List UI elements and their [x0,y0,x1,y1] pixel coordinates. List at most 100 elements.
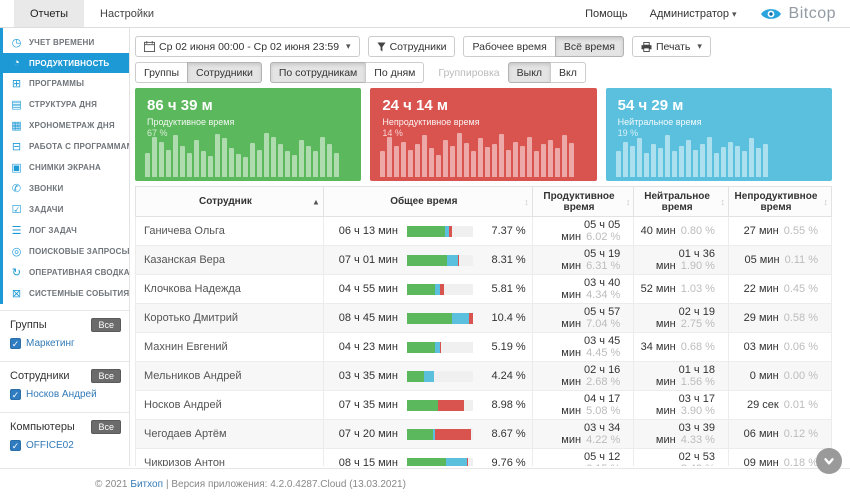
sidebar-item[interactable]: ⊟Работа с программами [3,136,129,157]
neutral-cell: 52 мин 1.03 % [634,275,729,304]
user-menu[interactable]: Администратор▾ [650,8,737,20]
sidebar-item[interactable]: ◷Учет времени [3,32,129,53]
all-time-button[interactable]: Всё время [555,36,624,57]
sidebar-item[interactable]: ☑Задачи [3,199,129,220]
sparkline-bar [278,144,283,177]
sparkline-bar [555,148,560,177]
sidebar-item[interactable]: ◔Продуктивность [0,53,129,73]
checkbox-checked-icon[interactable]: ✓ [10,440,21,451]
column-header[interactable]: Продуктивное время↕ [532,187,634,217]
work-time-button[interactable]: Рабочее время [463,36,555,57]
sparkline-bar [735,146,740,177]
unproductive-cell: 22 мин0.45 % [728,275,831,304]
scroll-down-button[interactable] [816,448,842,474]
productive-percent: 6.15 % [586,463,620,466]
stacked-bar [407,226,473,237]
help-link[interactable]: Помощь [585,8,628,20]
bar-productive-segment [407,458,446,467]
table-row[interactable]: Клочкова Надежда04 ч 55 мин5.81 %03 ч 40… [136,275,832,304]
sparkline-bar [756,148,761,177]
table-row[interactable]: Чегодаев Артём07 ч 20 мин8.67 %03 ч 34 м… [136,420,832,449]
neutral-time: 40 мин [641,225,676,237]
neutral-time: 52 мин [641,283,676,295]
tab-reports[interactable]: Отчеты [14,0,84,27]
select-all-badge[interactable]: Все [91,420,121,434]
sidebar-item[interactable]: ↻Оперативная сводка [3,262,129,283]
calendar-icon [144,41,155,52]
sort-asc-icon: ▲ [312,197,320,206]
total-time-cell: 08 ч 45 мин10.4 % [323,304,532,333]
column-header[interactable]: Общее время↕ [323,187,532,217]
sidebar-item[interactable]: ⊞Программы [3,73,129,94]
date-range-picker[interactable]: Ср 02 июня 00:00 - Ср 02 июня 23:59 ▾ [135,36,360,57]
column-header[interactable]: Нейтральное время↕ [634,187,729,217]
sparkline-bar [285,151,290,177]
print-button[interactable]: Печать ▾ [632,36,711,57]
table-row[interactable]: Носков Андрей07 ч 35 мин8.98 %04 ч 17 ми… [136,391,832,420]
total-percent: 8.31 % [482,254,526,266]
sparkline-bar [492,144,497,177]
filter-section: СотрудникиВсе✓Носков Андрей [0,361,129,406]
sidebar-item[interactable]: ⊠Системные события [3,283,129,304]
unproductive-percent: 0.00 % [784,370,818,382]
sparkline-bar [672,151,677,177]
column-header-label: Непродуктивное время [735,191,818,213]
column-header[interactable]: Сотрудник▲ [136,187,324,217]
select-all-badge[interactable]: Все [91,318,121,332]
scope-groups-button[interactable]: Группы [135,62,188,83]
column-header[interactable]: Непродуктивное время↕ [728,187,831,217]
total-time-cell: 08 ч 15 мин 9.76 % [323,449,532,467]
unproductive-percent: 0.01 % [784,399,818,411]
checkbox-checked-icon[interactable]: ✓ [10,338,21,349]
table-row[interactable]: Махнин Евгений04 ч 23 мин5.19 %03 ч 45 м… [136,333,832,362]
neutral-percent: 1.03 % [681,283,715,295]
filter-item-link[interactable]: OFFICE02 [26,440,74,451]
select-all-badge[interactable]: Все [91,369,121,383]
neutral-percent: 4.33 % [681,434,715,446]
view-by-employee-button[interactable]: По сотрудникам [270,62,366,83]
productive-percent: 6.02 % [586,231,620,243]
neutral-cell: 03 ч 39 мин4.33 % [634,420,729,449]
total-time-value: 08 ч 15 мин [330,457,398,466]
filter-item-link[interactable]: Носков Андрей [26,389,97,400]
table-row[interactable]: Мельников Андрей03 ч 35 мин4.24 %02 ч 16… [136,362,832,391]
table-row[interactable]: Коротько Дмитрий08 ч 45 мин10.4 %05 ч 57… [136,304,832,333]
table-row[interactable]: Чикризов Антон08 ч 15 мин9.76 %05 ч 12 м… [136,449,832,467]
sparkline-bar [187,153,192,177]
employee-name: Клочкова Надежда [144,283,241,295]
funnel-icon [377,42,386,52]
bar-unproductive-segment [440,284,444,295]
sidebar-item[interactable]: ▣Снимки экрана [3,157,129,178]
sidebar-item[interactable]: ▤Структура дня [3,94,129,115]
sparkline-bar [714,153,719,177]
sidebar-item[interactable]: ◎Поисковые запросы [3,241,129,262]
footer-brand-link[interactable]: Битхоп [130,479,163,490]
sparkline-bar [707,137,712,177]
checkbox-checked-icon[interactable]: ✓ [10,389,21,400]
summary-card: 24 ч 14 мНепродуктивное время14 % [370,88,596,181]
scope-toggle: Группы Сотрудники [135,62,262,83]
sidebar-item[interactable]: ▦Хронометраж дня [3,115,129,136]
phone-icon: ✆ [10,182,23,195]
employees-filter-button[interactable]: Сотрудники [368,36,456,57]
grouping-off-button[interactable]: Выкл [508,62,551,83]
total-percent: 9.76 % [482,457,526,466]
view-by-day-button[interactable]: По дням [365,62,424,83]
card-label: Непродуктивное время [382,117,584,127]
filter-item-link[interactable]: Маркетинг [26,338,75,349]
sidebar-item[interactable]: ✆Звонки [3,178,129,199]
grouping-on-button[interactable]: Вкл [550,62,586,83]
tab-settings[interactable]: Настройки [84,0,170,27]
table-row[interactable]: Ганичева Ольга06 ч 13 мин7.37 %05 ч 05 м… [136,217,832,246]
unproductive-percent: 0.18 % [784,457,818,466]
sparkline-bar [749,138,754,177]
table-row[interactable]: Казанская Вера07 ч 01 мин8.31 %05 ч 19 м… [136,246,832,275]
sparkline-bar [742,151,747,177]
employee-name-cell: Махнин Евгений [136,333,324,362]
grouping-label: Группировка [438,67,499,79]
sidebar-item[interactable]: ☰Лог задач [3,220,129,241]
print-label: Печать [656,41,690,53]
stacked-bar [407,400,473,411]
neutral-percent: 0.68 % [681,341,715,353]
scope-employees-button[interactable]: Сотрудники [187,62,262,83]
